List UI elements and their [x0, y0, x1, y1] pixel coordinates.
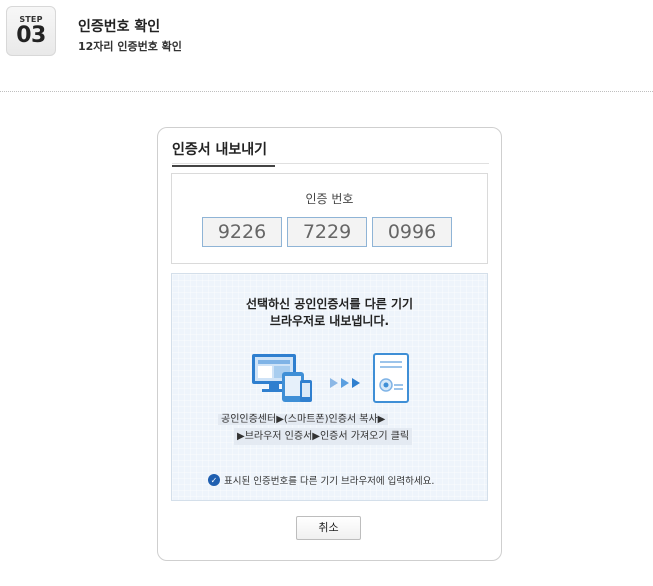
cancel-button[interactable]: 취소	[296, 516, 361, 540]
cert-number-box: 인증 번호 9226 7229 0996	[171, 173, 488, 264]
cert-code-row: 9226 7229 0996	[202, 217, 452, 247]
export-steps-text: 공인인증센터▶(스마트폰)인증서 복사▶ ▶브라우저 인증서▶인증서 가져오기 …	[218, 411, 413, 445]
export-message-line2: 브라우저로 내보냅니다.	[269, 314, 390, 328]
notice: ✓ 표시된 인증번호를 다른 기기 브라우저에 입력하세요.	[208, 473, 434, 487]
export-steps-line1: 공인인증센터▶(스마트폰)인증서 복사▶	[218, 414, 389, 425]
export-certificate-dialog: 인증서 내보내기 인증 번호 9226 7229 0996 선택하신 공인인증서…	[157, 127, 502, 561]
arrows-icon	[330, 378, 360, 388]
certificate-document-icon	[373, 353, 409, 403]
export-message-line1: 선택하신 공인인증서를 다른 기기	[245, 297, 414, 311]
step-title: 인증번호 확인	[78, 19, 161, 35]
export-steps-line2: ▶브라우저 인증서▶인증서 가져오기 클릭	[234, 428, 413, 445]
export-message: 선택하신 공인인증서를 다른 기기 브라우저로 내보냅니다.	[172, 296, 487, 330]
cert-code-2: 7229	[287, 217, 367, 247]
export-illustration	[252, 353, 409, 403]
cert-code-3: 0996	[372, 217, 452, 247]
cert-number-label: 인증 번호	[305, 192, 354, 206]
notice-text: 표시된 인증번호를 다른 기기 브라우저에 입력하세요.	[224, 476, 435, 487]
computer-devices-icon	[252, 354, 312, 402]
step-badge: STEP 03	[6, 6, 56, 56]
dialog-title-divider	[172, 163, 489, 164]
step-number: 03	[16, 23, 46, 48]
section-divider	[0, 91, 653, 92]
export-info-box: 선택하신 공인인증서를 다른 기기 브라우저로 내보냅니다. 공인인증센터▶(스…	[171, 273, 488, 501]
cert-code-1: 9226	[202, 217, 282, 247]
step-subtitle: 12자리 인증번호 확인	[78, 40, 182, 53]
check-circle-icon: ✓	[208, 474, 220, 486]
